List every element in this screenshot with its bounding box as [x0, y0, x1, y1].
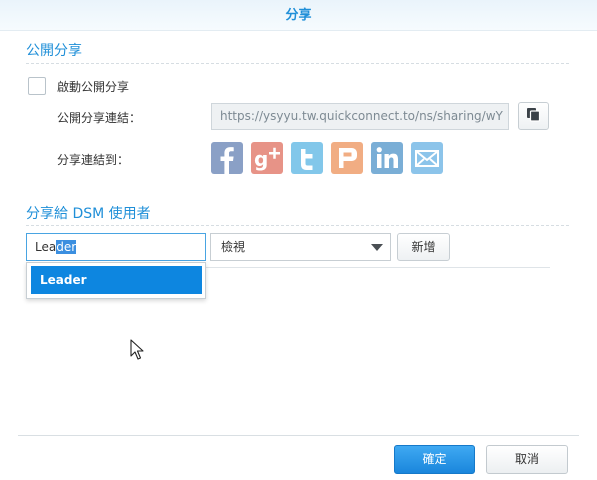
cancel-button[interactable]: 取消: [486, 445, 568, 474]
share-to-label: 分享連結到：: [57, 153, 130, 167]
user-input-autocomplete-text: der: [56, 240, 77, 254]
dialog-title: 分享: [285, 8, 312, 23]
ok-button[interactable]: 確定: [394, 445, 475, 474]
dialog-titlebar: 分享: [0, 0, 597, 31]
svg-text:g: g: [254, 147, 268, 171]
add-user-button[interactable]: 新增: [397, 233, 450, 261]
permission-select-value: 檢視: [221, 240, 246, 254]
copy-link-button[interactable]: [518, 102, 549, 130]
email-icon[interactable]: [411, 142, 443, 174]
user-suggestion-dropdown: Leader: [26, 262, 206, 299]
google-plus-icon[interactable]: g: [251, 142, 283, 174]
section-divider: [26, 63, 569, 64]
plurk-icon[interactable]: [331, 142, 363, 174]
enable-public-share-label[interactable]: 啟動公開分享: [57, 78, 129, 95]
enable-public-share-checkbox[interactable]: [28, 77, 46, 95]
dsm-share-section-title: 分享給 DSM 使用者: [26, 206, 151, 222]
facebook-icon[interactable]: [211, 142, 243, 174]
permission-select[interactable]: 檢視: [210, 233, 391, 261]
footer-divider: [18, 435, 579, 436]
public-share-section-title: 公開分享: [26, 43, 82, 59]
user-input-typed-text: Lea: [35, 240, 57, 254]
linkedin-icon[interactable]: [371, 142, 403, 174]
copy-icon: [526, 107, 541, 125]
public-link-field[interactable]: https://ysyyu.tw.quickconnect.to/ns/shar…: [211, 103, 509, 130]
section-divider: [26, 225, 569, 226]
dsm-user-input[interactable]: Leader: [26, 233, 206, 261]
chevron-down-icon: [371, 244, 383, 251]
mouse-cursor-icon: [130, 339, 144, 364]
suggestion-item[interactable]: Leader: [31, 266, 202, 294]
public-link-label: 公開分享連結：: [57, 111, 142, 125]
twitter-icon[interactable]: [291, 142, 323, 174]
